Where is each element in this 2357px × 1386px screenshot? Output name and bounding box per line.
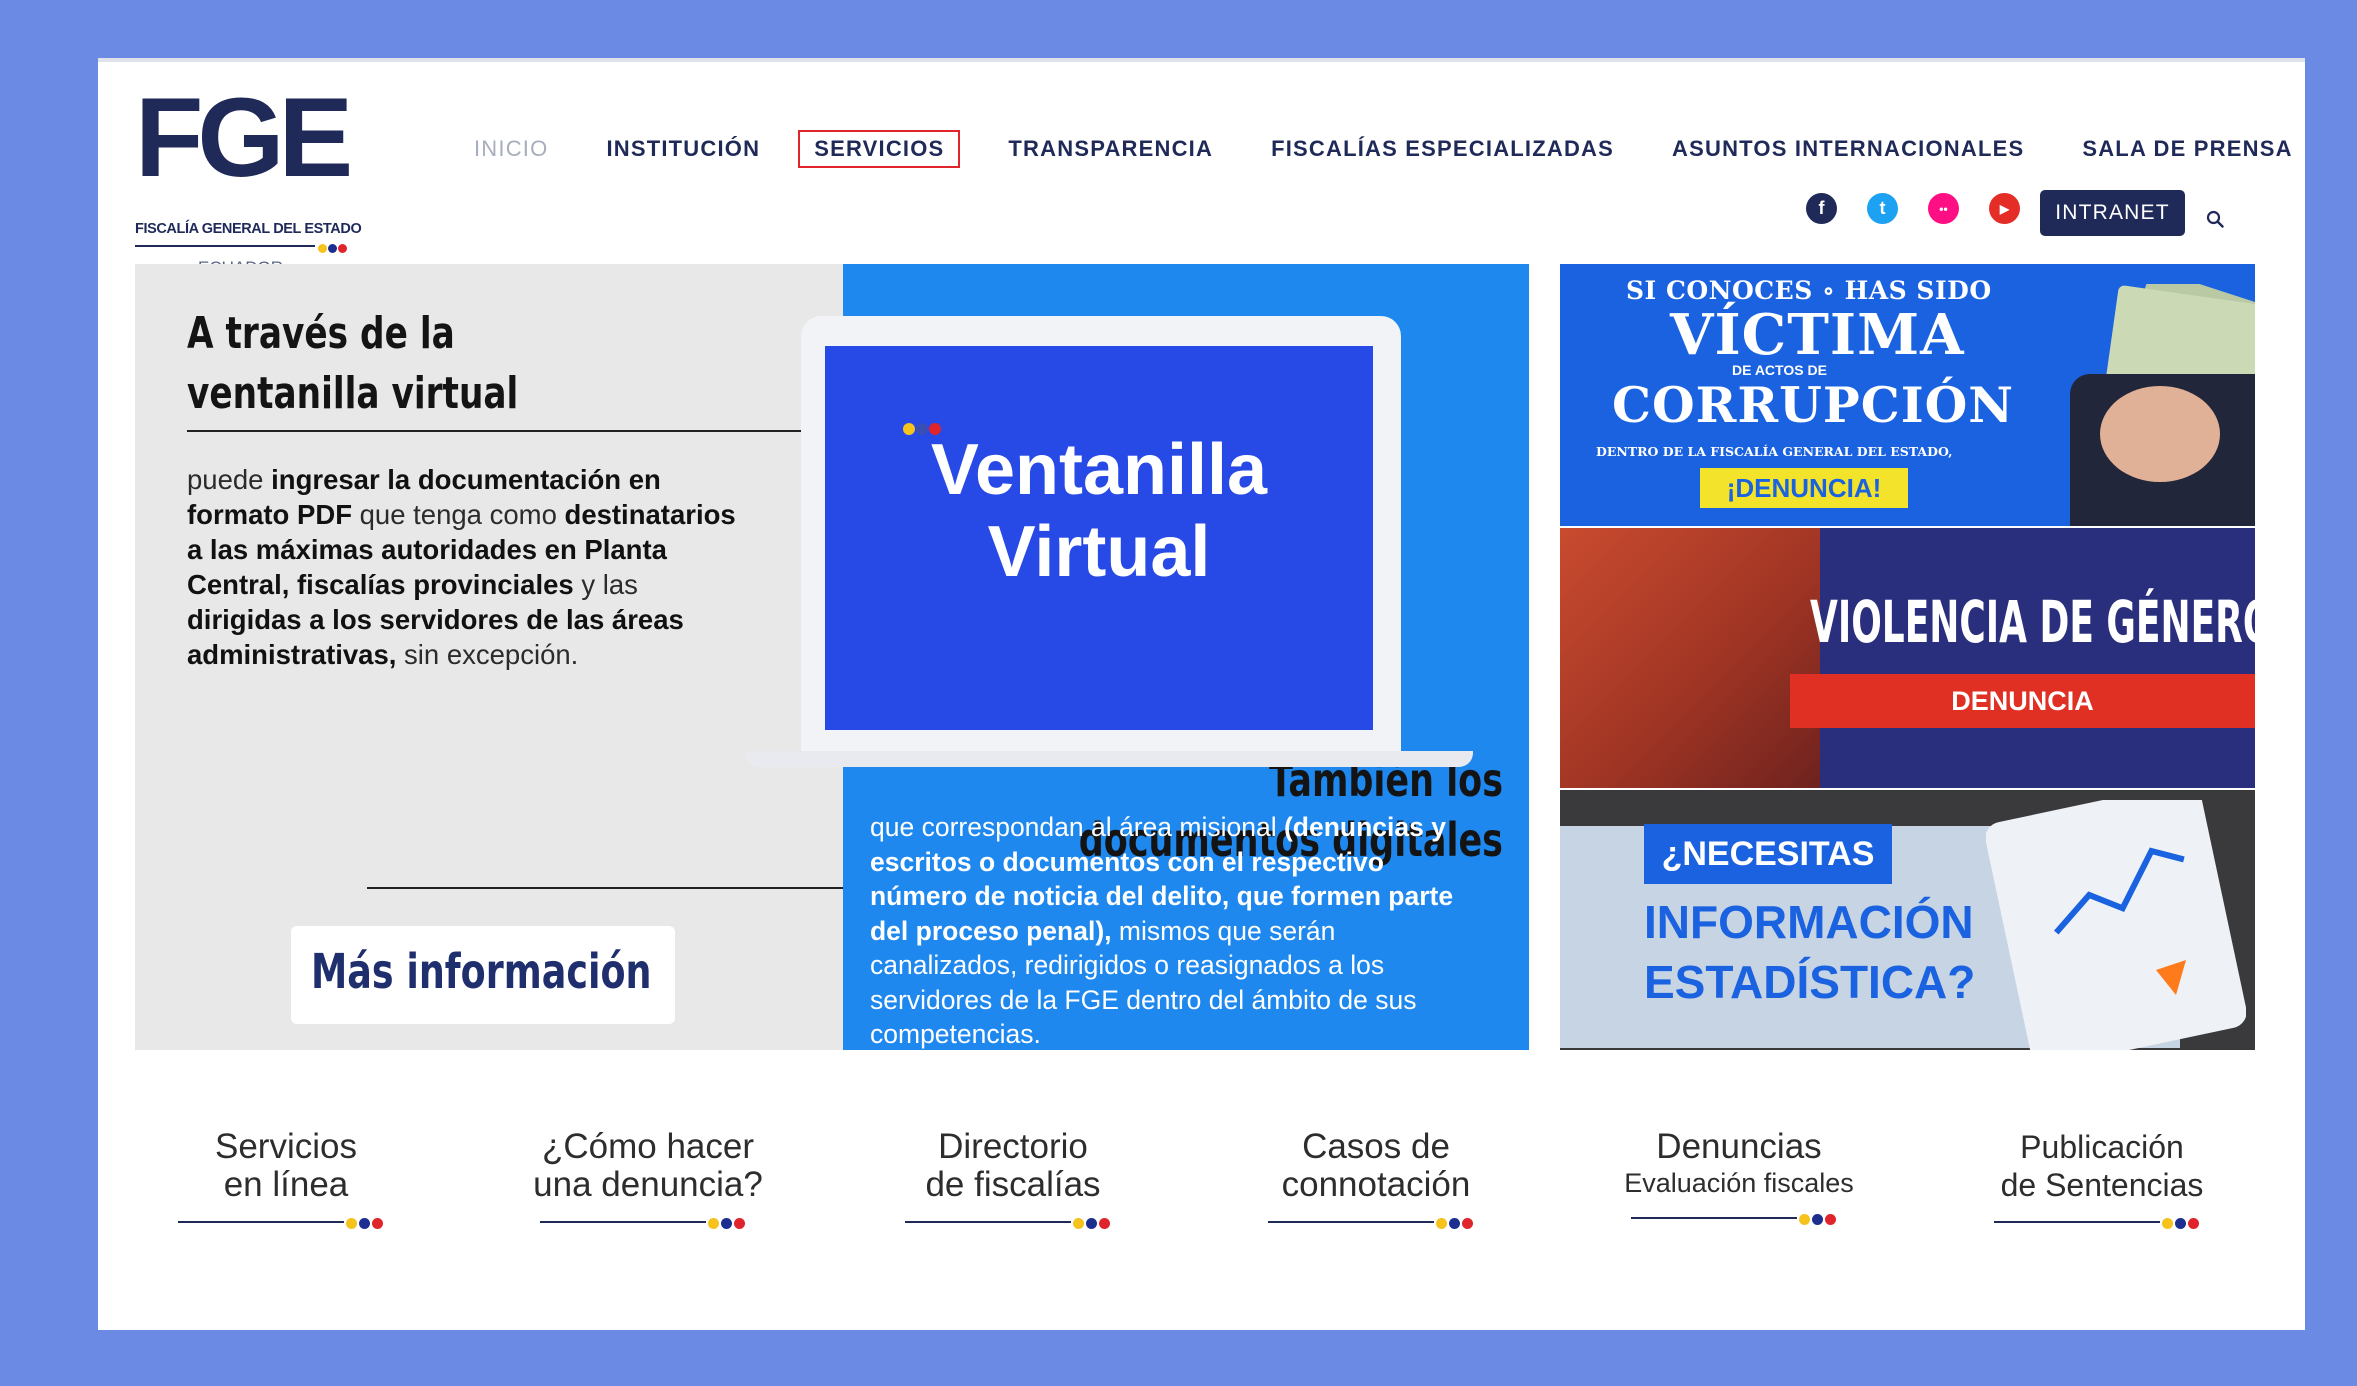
twitter-icon[interactable]: t <box>1867 193 1898 224</box>
quick-link-title: ¿Cómo hacer <box>541 1127 755 1166</box>
logo-wordmark: FGE <box>135 75 353 200</box>
hero-title-line2: ventanilla virtual <box>187 368 519 419</box>
social-links: f t •• ▶ <box>1806 193 2050 224</box>
mas-informacion-label: Más información <box>311 944 652 1000</box>
banner2-title: VIOLENCIA DE GÉNERO <box>1810 588 2255 656</box>
hero-right-body-text: que correspondan al área misional (denun… <box>870 812 1454 1049</box>
banner3-tag: ¿NECESITAS <box>1644 824 1892 884</box>
nav-institucion[interactable]: INSTITUCIÓN <box>596 130 770 168</box>
flickr-icon[interactable]: •• <box>1928 193 1959 224</box>
money-hand-icon <box>2070 284 2255 526</box>
youtube-icon[interactable]: ▶ <box>1989 193 2020 224</box>
hero-ventanilla-virtual: A través de la ventanilla virtual puede … <box>135 264 1529 1050</box>
quick-link-publicacion-sentencias[interactable]: Publicación de Sentencias <box>1952 1128 2252 1232</box>
tablet-chart-icon <box>1986 800 2246 1050</box>
quick-link-underline <box>1631 1208 1847 1228</box>
banner1-line: DENTRO DE LA FISCALÍA GENERAL DEL ESTADO… <box>1596 444 1953 459</box>
banner1-corrupcion: CORRUPCIÓN <box>1612 376 2015 434</box>
hero-divider <box>187 430 843 432</box>
banner3-title: INFORMACIÓN ESTADÍSTICA? <box>1644 892 1975 1012</box>
quick-link-denuncias-evaluacion[interactable]: Denuncias Evaluación fiscales <box>1589 1128 1889 1228</box>
quick-link-underline <box>905 1212 1121 1232</box>
quick-link-underline <box>178 1212 394 1232</box>
web-page: FGE FISCALÍA GENERAL DEL ESTADO ECUADOR … <box>98 58 2305 1330</box>
quick-link-title: Denuncias <box>1656 1127 1822 1166</box>
quick-link-subtitle: una denuncia? <box>533 1165 763 1204</box>
banner1-top-text: SI CONOCES ∘ HAS SIDO <box>1626 276 1992 305</box>
mas-informacion-button[interactable]: Más información <box>291 926 675 1024</box>
logo-underline <box>135 245 315 247</box>
hero-body-text: puede ingresar la documentación en forma… <box>187 464 736 670</box>
search-icon[interactable] <box>2206 210 2224 228</box>
banner2-denuncia-label: DENUNCIA <box>1951 686 2094 716</box>
quick-link-underline <box>540 1212 756 1232</box>
banner1-denuncia-button[interactable]: ¡DENUNCIA! <box>1700 468 1908 508</box>
fge-logo[interactable]: FGE FISCALÍA GENERAL DEL ESTADO ECUADOR <box>135 75 362 277</box>
nav-sala-de-prensa[interactable]: SALA DE PRENSA <box>2072 130 2302 168</box>
nav-asuntos-internacionales[interactable]: ASUNTOS INTERNACIONALES <box>1662 130 2034 168</box>
banner-violencia-genero[interactable]: VIOLENCIA DE GÉNERO DENUNCIA <box>1560 528 2255 788</box>
nav-servicios[interactable]: SERVICIOS <box>798 130 961 168</box>
banner1-victima: VÍCTIMA <box>1670 302 1965 368</box>
logo-subtitle: FISCALÍA GENERAL DEL ESTADO <box>135 221 362 237</box>
quick-link-title: Directorio <box>938 1127 1088 1166</box>
quick-link-subtitle: connotación <box>1281 1165 1471 1204</box>
quick-link-directorio-fiscalias[interactable]: Directorio de fiscalías <box>863 1128 1163 1232</box>
quick-link-servicios-en-linea[interactable]: Servicios en línea <box>136 1128 436 1232</box>
quick-link-title: Publicación <box>2020 1129 2184 1165</box>
quick-link-subtitle: en línea <box>223 1165 349 1204</box>
screen-title-line1: Ventanilla <box>930 430 1268 510</box>
main-nav: INICIO INSTITUCIÓN SERVICIOS TRANSPARENC… <box>464 130 2303 168</box>
nav-fiscalias-especializadas[interactable]: FISCALÍAS ESPECIALIZADAS <box>1261 130 1624 168</box>
hero-title-line1: A través de la <box>187 308 455 359</box>
quick-link-title: Casos de <box>1302 1127 1450 1166</box>
screen-title-line2: Virtual <box>987 512 1211 592</box>
hands-photo <box>1560 528 1820 788</box>
hero-divider-2 <box>367 887 843 889</box>
banner-informacion-estadistica[interactable]: ¿NECESITAS INFORMACIÓN ESTADÍSTICA? <box>1560 790 2255 1050</box>
banner3-tag-label: ¿NECESITAS <box>1661 835 1875 873</box>
quick-link-subtitle: de fiscalías <box>925 1165 1101 1204</box>
quick-link-underline <box>1994 1212 2210 1232</box>
intranet-button[interactable]: INTRANET <box>2040 190 2185 236</box>
ventanilla-virtual-title: Ventanilla Virtual <box>825 429 1373 593</box>
hero-title: A través de la ventanilla virtual <box>187 304 624 424</box>
quick-link-subtitle: de Sentencias <box>2000 1167 2204 1203</box>
quick-link-title: Servicios <box>215 1127 357 1166</box>
laptop-base <box>745 751 1473 767</box>
quick-link-casos-connotacion[interactable]: Casos de connotación <box>1226 1128 1526 1232</box>
nav-transparencia[interactable]: TRANSPARENCIA <box>998 130 1223 168</box>
banner-victima-corrupcion[interactable]: SI CONOCES ∘ HAS SIDO VÍCTIMA DE ACTOS D… <box>1560 264 2255 526</box>
nav-inicio[interactable]: INICIO <box>464 130 558 168</box>
flag-dots-icon <box>318 240 348 258</box>
facebook-icon[interactable]: f <box>1806 193 1837 224</box>
quick-link-como-hacer-denuncia[interactable]: ¿Cómo hacer una denuncia? <box>498 1128 798 1232</box>
banner3-line1: INFORMACIÓN <box>1644 896 1974 948</box>
banner2-denuncia-bar: DENUNCIA <box>1790 674 2255 728</box>
banner3-line2: ESTADÍSTICA? <box>1644 956 1976 1008</box>
quick-link-underline <box>1268 1212 1484 1232</box>
quick-link-subtitle: Evaluación fiscales <box>1624 1168 1854 1198</box>
